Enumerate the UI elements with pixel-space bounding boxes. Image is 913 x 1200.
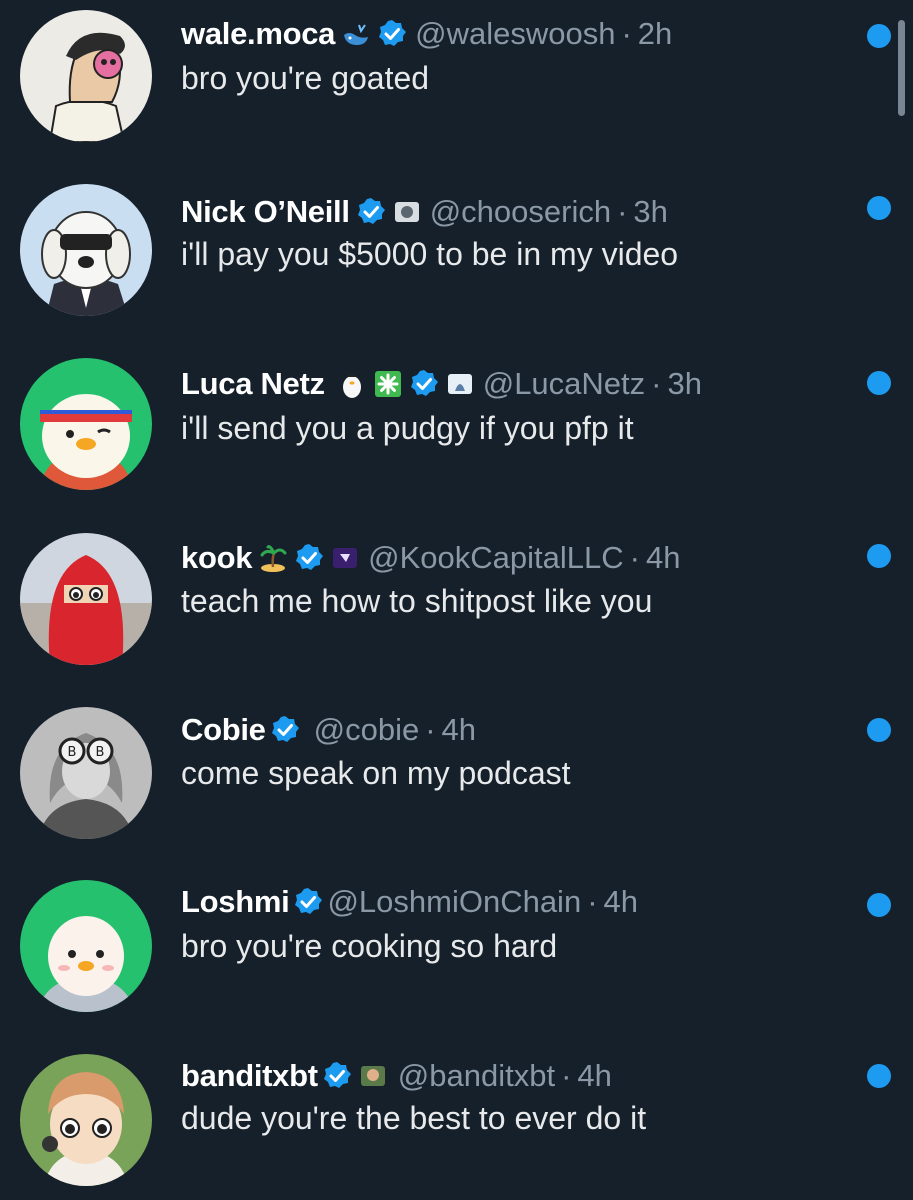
- message-header: banditxbt @banditxbt · 4h: [181, 1056, 612, 1096]
- affiliate-badge-icon: [358, 1061, 388, 1091]
- message-preview: bro you're goated: [181, 60, 430, 96]
- avatar[interactable]: B B: [20, 707, 152, 839]
- kook-avatar-image: [20, 533, 152, 665]
- timestamp: 4h: [577, 1058, 612, 1093]
- separator-dot: ·: [651, 366, 662, 401]
- unread-indicator: [867, 196, 891, 220]
- svg-text:B: B: [68, 745, 77, 760]
- display-name[interactable]: banditxbt: [181, 1058, 318, 1094]
- avatar[interactable]: [20, 880, 152, 1012]
- timestamp: 4h: [603, 884, 639, 919]
- conversation-row[interactable]: banditxbt @banditxbt · 4h dude you're th…: [0, 1042, 913, 1192]
- message-preview: bro you're cooking so hard: [181, 928, 558, 964]
- affiliate-badge-icon: [392, 197, 422, 227]
- unread-indicator: [867, 24, 891, 48]
- island-emoji-icon: [258, 543, 288, 573]
- separator-dot: ·: [621, 16, 632, 51]
- verified-badge-icon: [293, 887, 323, 917]
- scrollbar[interactable]: [898, 20, 905, 116]
- separator-dot: ·: [617, 194, 628, 229]
- display-name[interactable]: Cobie: [181, 712, 266, 748]
- message-header: Loshmi @LoshmiOnChain · 4h: [181, 882, 638, 922]
- conversation-row[interactable]: Nick O’Neill @chooserich · 3h i'll pay y…: [0, 174, 913, 324]
- conversation-row[interactable]: wale.moca @waleswoosh · 2h bro you're go…: [0, 0, 913, 150]
- avatar[interactable]: [20, 184, 152, 316]
- verified-badge-icon: [377, 19, 407, 49]
- message-preview: i'll send you a pudgy if you pfp it: [181, 410, 634, 446]
- penguin-emoji-icon: [337, 369, 367, 399]
- verified-badge-icon: [270, 715, 300, 745]
- message-header: Nick O’Neill @chooserich · 3h: [181, 192, 668, 232]
- message-preview: teach me how to shitpost like you: [181, 583, 653, 619]
- separator-dot: ·: [561, 1058, 572, 1093]
- message-preview: i'll pay you $5000 to be in my video: [181, 236, 679, 272]
- loshmi-avatar-image: [20, 880, 152, 1012]
- display-name[interactable]: wale.moca: [181, 16, 335, 52]
- separator-dot: ·: [587, 884, 598, 919]
- luca-netz-avatar-image: [20, 358, 152, 490]
- timestamp: 4h: [441, 712, 477, 747]
- timestamp: 2h: [637, 16, 673, 51]
- message-header: Luca Netz @LucaNetz · 3h: [181, 364, 702, 404]
- separator-dot: ·: [425, 712, 436, 747]
- message-header: kook @KookCapitalLLC · 4h: [181, 538, 680, 578]
- verified-badge-icon: [356, 197, 386, 227]
- affiliate-badge-icon: [445, 369, 475, 399]
- message-preview: come speak on my podcast: [181, 755, 571, 791]
- conversation-row[interactable]: B B Cobie @cobie · 4h come speak on my p…: [0, 697, 913, 847]
- conversation-row[interactable]: Luca Netz @LucaNetz · 3h i'll send you a…: [0, 350, 913, 500]
- conversation-row[interactable]: Loshmi @LoshmiOnChain · 4h bro you're co…: [0, 870, 913, 1020]
- display-name[interactable]: Luca Netz: [181, 366, 325, 402]
- user-handle: @LucaNetz: [482, 366, 646, 401]
- whale-emoji-icon: [341, 19, 371, 49]
- message-header: Cobie @cobie · 4h: [181, 710, 476, 750]
- avatar[interactable]: [20, 533, 152, 665]
- display-name[interactable]: kook: [181, 540, 252, 576]
- cobie-avatar-image: B B: [20, 707, 152, 839]
- unread-indicator: [867, 718, 891, 742]
- verified-badge-icon: [409, 369, 439, 399]
- affiliate-badge-icon: [330, 543, 360, 573]
- unread-indicator: [867, 371, 891, 395]
- conversation-row[interactable]: kook @KookCapitalLLC · 4h teach me how t…: [0, 525, 913, 675]
- user-handle: @KookCapitalLLC: [368, 540, 624, 575]
- avatar[interactable]: [20, 1054, 152, 1186]
- svg-text:B: B: [96, 745, 105, 760]
- timestamp: 3h: [633, 194, 668, 229]
- verified-badge-icon: [322, 1061, 352, 1091]
- unread-indicator: [867, 544, 891, 568]
- timestamp: 3h: [667, 366, 702, 401]
- display-name[interactable]: Loshmi: [181, 884, 290, 920]
- user-handle: @LoshmiOnChain: [327, 884, 582, 919]
- message-header: wale.moca @waleswoosh · 2h: [181, 14, 672, 54]
- display-name[interactable]: Nick O’Neill: [181, 194, 350, 230]
- timestamp: 4h: [645, 540, 681, 575]
- verified-badge-icon: [294, 543, 324, 573]
- banditxbt-avatar-image: [20, 1054, 152, 1186]
- sparkle-emoji-icon: [373, 369, 403, 399]
- user-handle: @cobie: [313, 712, 420, 747]
- avatar[interactable]: [20, 358, 152, 490]
- unread-indicator: [867, 893, 891, 917]
- user-handle: @waleswoosh: [415, 16, 616, 51]
- avatar[interactable]: [20, 10, 152, 142]
- user-handle: @banditxbt: [397, 1058, 556, 1093]
- message-list: wale.moca @waleswoosh · 2h bro you're go…: [0, 0, 913, 1200]
- user-handle: @chooserich: [429, 194, 612, 229]
- separator-dot: ·: [629, 540, 640, 575]
- wale-moca-avatar-image: [20, 10, 152, 142]
- message-preview: dude you're the best to ever do it: [181, 1100, 647, 1136]
- nick-oneill-avatar-image: [20, 184, 152, 316]
- unread-indicator: [867, 1064, 891, 1088]
